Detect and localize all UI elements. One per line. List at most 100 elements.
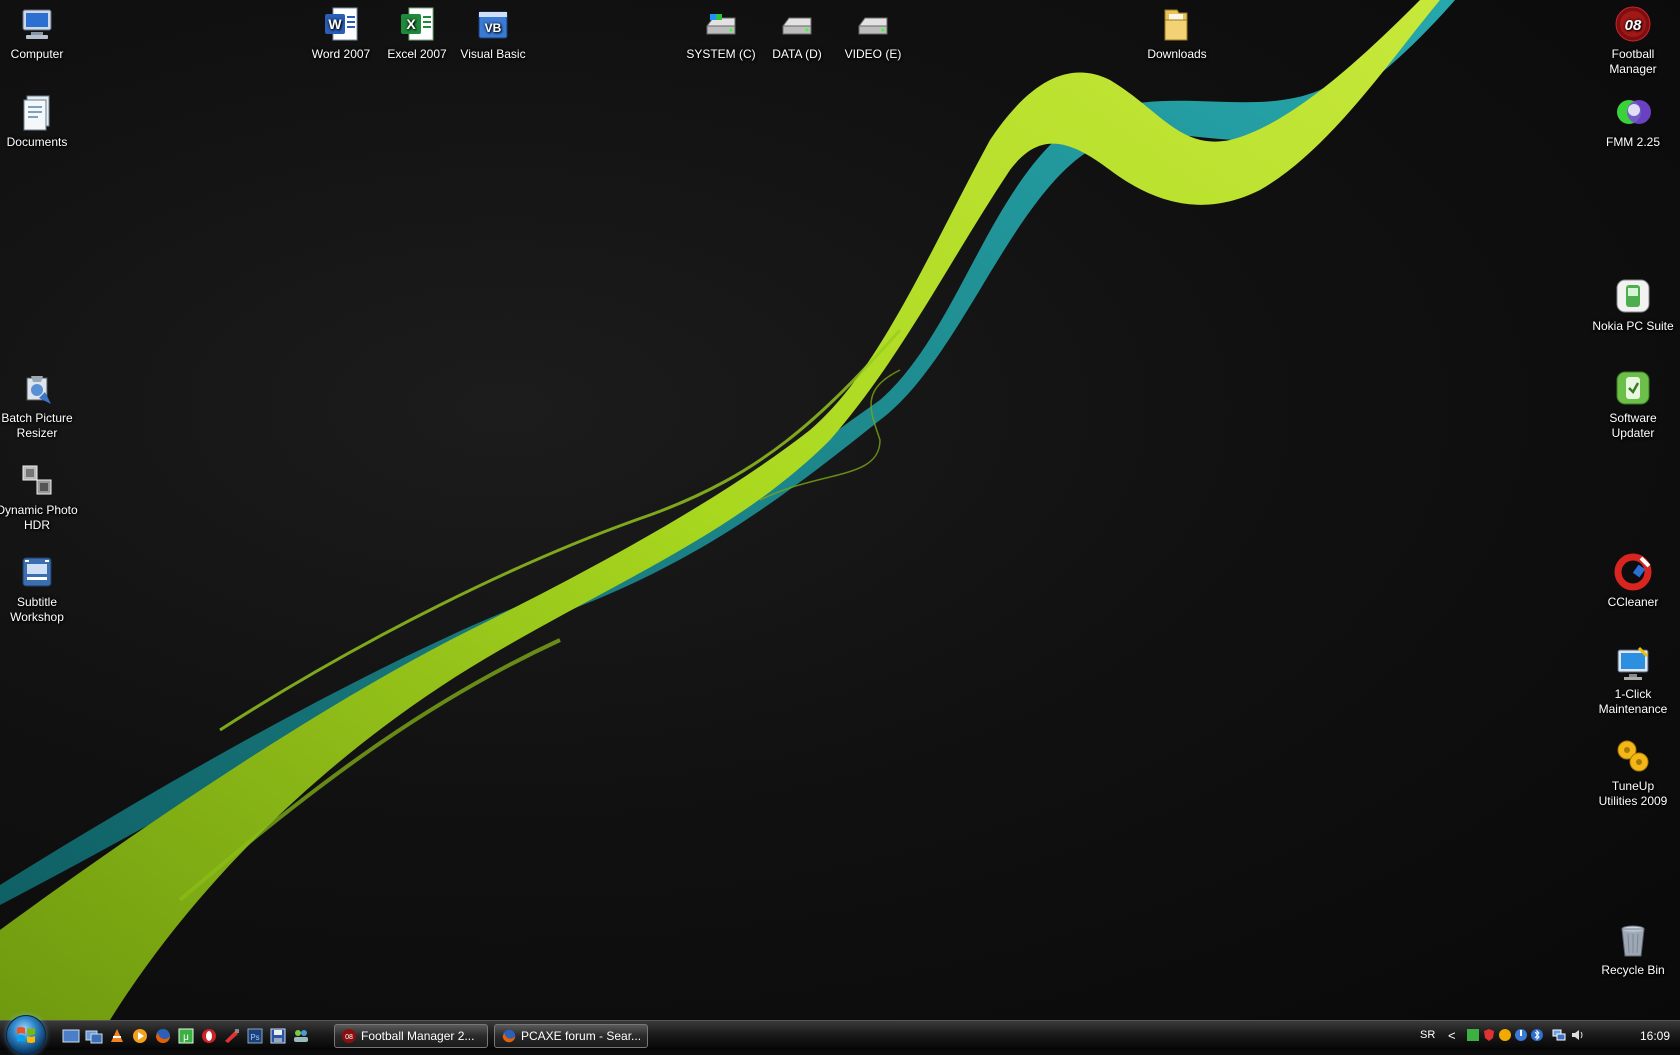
desktop-icon-label: Football Manager — [1609, 47, 1657, 76]
taskbar-button-label: PCAXE forum - Sear... — [521, 1029, 642, 1043]
dynamic-photo-hdr-icon — [17, 460, 57, 500]
power-tray-icon[interactable] — [1514, 1028, 1528, 1042]
update-tray-icon[interactable] — [1498, 1028, 1512, 1042]
utorrent-tray-icon[interactable] — [1466, 1028, 1480, 1042]
desktop-icon-video-e[interactable]: VIDEO (E) — [830, 2, 916, 62]
desktop-icon-tuneup-utilities[interactable]: TuneUp Utilities 2009 — [1590, 734, 1676, 809]
network-tray-icon[interactable] — [1552, 1028, 1566, 1042]
desktop-icon-label: TuneUp Utilities 2009 — [1598, 779, 1668, 808]
excel-icon: X — [397, 4, 437, 44]
desktop-icon-recycle-bin[interactable]: Recycle Bin — [1590, 918, 1676, 978]
fmm-icon — [1613, 92, 1653, 132]
firefox-icon — [501, 1028, 517, 1044]
taskbar: μ Ps 08 Football Manager 2... PCAXE foru… — [0, 1015, 1680, 1055]
desktop-icon-label: CCleaner — [1607, 595, 1659, 609]
desktop-icon-ccleaner[interactable]: CCleaner — [1590, 550, 1676, 610]
desktop-icon-system-c[interactable]: SYSTEM (C) — [678, 2, 764, 62]
desktop-icon-batch-picture-resizer[interactable]: Batch Picture Resizer — [0, 366, 80, 441]
svg-text:μ: μ — [183, 1032, 189, 1043]
desktop-icon-football-manager[interactable]: 08 Football Manager — [1590, 2, 1676, 77]
utorrent-icon[interactable]: μ — [177, 1027, 195, 1045]
desktop-icon-label: DATA (D) — [772, 47, 822, 61]
network-users-icon[interactable] — [292, 1027, 310, 1045]
bluetooth-tray-icon[interactable] — [1530, 1028, 1544, 1042]
desktop-icon-label: 1-Click Maintenance — [1598, 687, 1668, 716]
desktop-icon-label: Documents — [6, 135, 68, 149]
svg-text:X: X — [406, 16, 416, 32]
desktop-icon-label: Dynamic Photo HDR — [0, 503, 78, 532]
svg-text:08: 08 — [345, 1034, 353, 1041]
system-drive-icon — [701, 4, 741, 44]
desktop: Computer Documents Batch Picture Resizer… — [0, 0, 1680, 1020]
desktop-icon-label: Recycle Bin — [1601, 963, 1665, 977]
desktop-icon-label: VIDEO (E) — [844, 47, 902, 61]
football-manager-icon: 08 — [1613, 4, 1653, 44]
nokia-pc-suite-icon — [1613, 276, 1653, 316]
desktop-icon-label: Nokia PC Suite — [1592, 319, 1674, 333]
save-disk-icon[interactable] — [269, 1027, 287, 1045]
firefox-icon[interactable] — [154, 1027, 172, 1045]
switch-windows-icon[interactable] — [85, 1027, 103, 1045]
hard-drive-icon — [853, 4, 893, 44]
desktop-icon-downloads[interactable]: Downloads — [1134, 2, 1220, 62]
documents-icon — [17, 92, 57, 132]
ccleaner-icon — [1613, 552, 1653, 592]
taskbar-button-football-manager[interactable]: 08 Football Manager 2... — [334, 1024, 488, 1048]
desktop-icon-fmm[interactable]: FMM 2.25 — [1590, 90, 1676, 150]
football-manager-icon: 08 — [341, 1028, 357, 1044]
software-updater-icon — [1613, 368, 1653, 408]
folder-icon — [1157, 4, 1197, 44]
svg-text:Ps: Ps — [250, 1033, 259, 1042]
desktop-icon-label: Subtitle Workshop — [10, 595, 64, 624]
desktop-icon-label: Visual Basic — [460, 47, 526, 61]
start-button[interactable] — [6, 1015, 46, 1055]
tuneup-utilities-icon — [1613, 736, 1653, 776]
desktop-icon-label: Downloads — [1147, 47, 1207, 61]
system-tray: SR < 16:09 — [1420, 1021, 1680, 1051]
desktop-icon-documents[interactable]: Documents — [0, 90, 80, 150]
desktop-icon-visual-basic[interactable]: VB Visual Basic — [450, 2, 536, 62]
desktop-icon-word-2007[interactable]: W Word 2007 — [298, 2, 384, 62]
windows-logo-icon — [17, 1027, 35, 1043]
paint-icon[interactable] — [223, 1027, 241, 1045]
desktop-icon-label: Software Updater — [1609, 411, 1657, 440]
show-hidden-icons-button[interactable]: < — [1448, 1028, 1456, 1043]
desktop-icon-excel-2007[interactable]: X Excel 2007 — [374, 2, 460, 62]
desktop-icon-software-updater[interactable]: Software Updater — [1590, 366, 1676, 441]
desktop-icon-subtitle-workshop[interactable]: Subtitle Workshop — [0, 550, 80, 625]
desktop-icon-label: Computer — [10, 47, 64, 61]
hard-drive-icon — [777, 4, 817, 44]
visual-basic-icon: VB — [473, 4, 513, 44]
desktop-icon-computer[interactable]: Computer — [0, 2, 80, 62]
word-icon: W — [321, 4, 361, 44]
security-tray-icon[interactable] — [1482, 1028, 1496, 1042]
clock[interactable]: 16:09 — [1640, 1029, 1670, 1043]
subtitle-workshop-icon — [17, 552, 57, 592]
photoshop-icon[interactable]: Ps — [246, 1027, 264, 1045]
recycle-bin-icon — [1613, 920, 1653, 960]
opera-icon[interactable] — [200, 1027, 218, 1045]
desktop-icon-label: SYSTEM (C) — [686, 47, 756, 61]
desktop-icon-label: Word 2007 — [311, 47, 371, 61]
desktop-icon-dynamic-photo-hdr[interactable]: Dynamic Photo HDR — [0, 458, 80, 533]
wallpaper-ribbon — [0, 0, 1455, 1020]
desktop-icon-label: Batch Picture Resizer — [1, 411, 73, 440]
volume-icon[interactable] — [1570, 1028, 1584, 1042]
taskbar-button-firefox[interactable]: PCAXE forum - Sear... — [494, 1024, 648, 1048]
one-click-maintenance-icon — [1613, 644, 1653, 684]
svg-text:W: W — [328, 16, 342, 32]
svg-text:08: 08 — [1625, 17, 1642, 34]
computer-icon — [17, 4, 57, 44]
media-player-icon[interactable] — [131, 1027, 149, 1045]
desktop-icon-label: Excel 2007 — [387, 47, 447, 61]
batch-picture-resizer-icon — [17, 368, 57, 408]
desktop-icon-data-d[interactable]: DATA (D) — [754, 2, 840, 62]
show-desktop-icon[interactable] — [62, 1027, 80, 1045]
svg-text:VB: VB — [485, 21, 502, 35]
desktop-icon-nokia-pc-suite[interactable]: Nokia PC Suite — [1590, 274, 1676, 334]
desktop-icon-1-click-maintenance[interactable]: 1-Click Maintenance — [1590, 642, 1676, 717]
taskbar-button-label: Football Manager 2... — [361, 1029, 475, 1043]
vlc-icon[interactable] — [108, 1027, 126, 1045]
language-indicator[interactable]: SR — [1420, 1029, 1435, 1041]
desktop-icon-label: FMM 2.25 — [1605, 135, 1660, 149]
